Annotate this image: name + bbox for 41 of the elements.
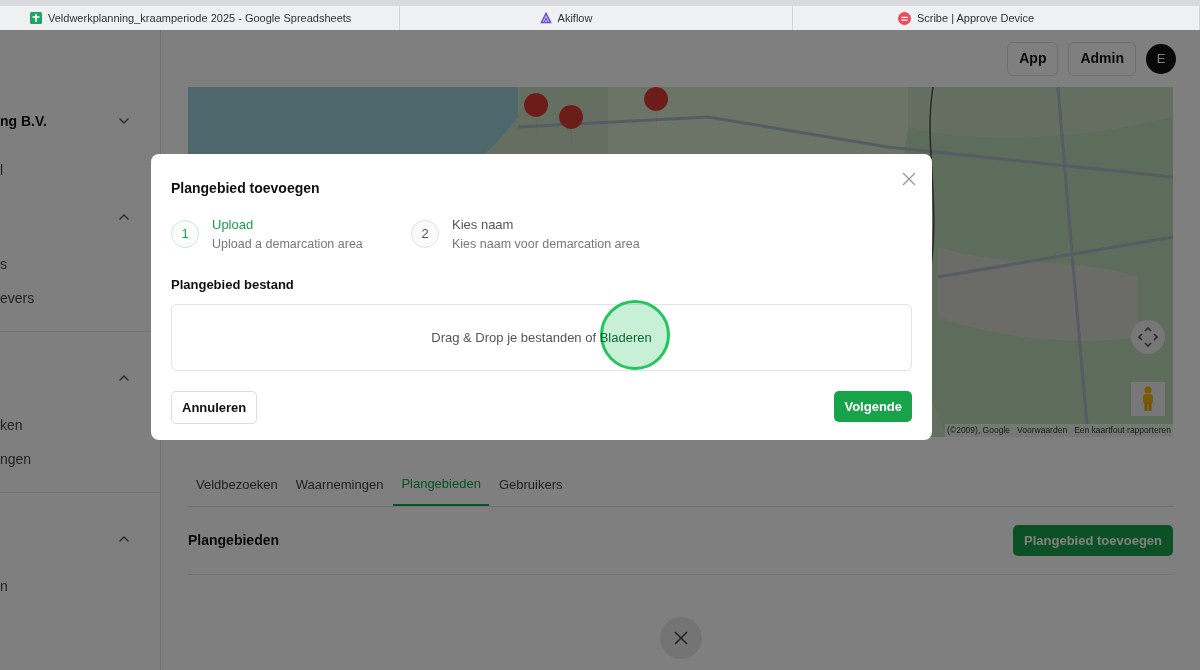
- sidebar-item[interactable]: ken: [0, 414, 23, 436]
- add-area-button[interactable]: Plangebied toevoegen: [1013, 525, 1173, 556]
- spreadsheet-icon: [30, 12, 42, 24]
- tab[interactable]: Gebruikers: [490, 469, 571, 506]
- tab[interactable]: Veldbezoeken: [188, 469, 286, 506]
- chevron-up-icon[interactable]: [118, 213, 130, 221]
- field-label: Plangebied bestand: [171, 276, 295, 295]
- chevron-up-icon[interactable]: [118, 535, 130, 543]
- sidebar-item[interactable]: s: [0, 253, 7, 275]
- step-title: Upload: [212, 216, 255, 234]
- sidebar-item[interactable]: ngen: [0, 448, 32, 470]
- next-button[interactable]: Volgende: [834, 390, 912, 422]
- header-button[interactable]: App: [1007, 41, 1059, 76]
- step-number: 1: [171, 220, 199, 249]
- close-icon[interactable]: [659, 617, 702, 659]
- scribe-logo-icon: [897, 11, 911, 25]
- map-attribution: (©2009), Google: [947, 424, 1011, 437]
- tab[interactable]: Plangebieden: [393, 469, 489, 506]
- user-avatar[interactable]: E: [1146, 43, 1176, 74]
- sidebar-item[interactable]: n: [0, 575, 8, 597]
- tab[interactable]: Waarnemingen: [287, 469, 392, 506]
- map-attribution[interactable]: Een kaartfout rapporteren: [1074, 424, 1171, 437]
- step-subtitle: Upload a demarcation area: [212, 235, 363, 253]
- step-subtitle: Kies naam voor demarcation area: [452, 235, 640, 253]
- sidebar-item[interactable]: l: [0, 159, 4, 181]
- dialog-title: Plangebied toevoegen: [171, 179, 320, 198]
- sidebar-item[interactable]: evers: [0, 287, 35, 309]
- header-button[interactable]: Admin: [1068, 41, 1136, 76]
- organization-name[interactable]: ng B.V.: [0, 110, 47, 132]
- triangle-logo-icon: [539, 12, 552, 24]
- browser-tab[interactable]: Akiflow: [400, 6, 793, 30]
- close-icon[interactable]: [902, 172, 916, 186]
- chevron-up-icon[interactable]: [118, 374, 130, 382]
- cancel-button[interactable]: Annuleren: [171, 390, 258, 424]
- map-attribution[interactable]: Voorwaarden: [1017, 424, 1068, 437]
- section-title: Plangebieden: [188, 531, 280, 550]
- chevron-down-icon[interactable]: [118, 117, 130, 125]
- step-title: Kies naam: [452, 216, 515, 234]
- browser-tab[interactable]: Scribe | Approve Device: [793, 6, 1200, 30]
- step-number: 2: [411, 220, 439, 249]
- browser-tab[interactable]: Veldwerkplanning_kraamperiode 2025 - Google Spreadsheets: [0, 6, 400, 30]
